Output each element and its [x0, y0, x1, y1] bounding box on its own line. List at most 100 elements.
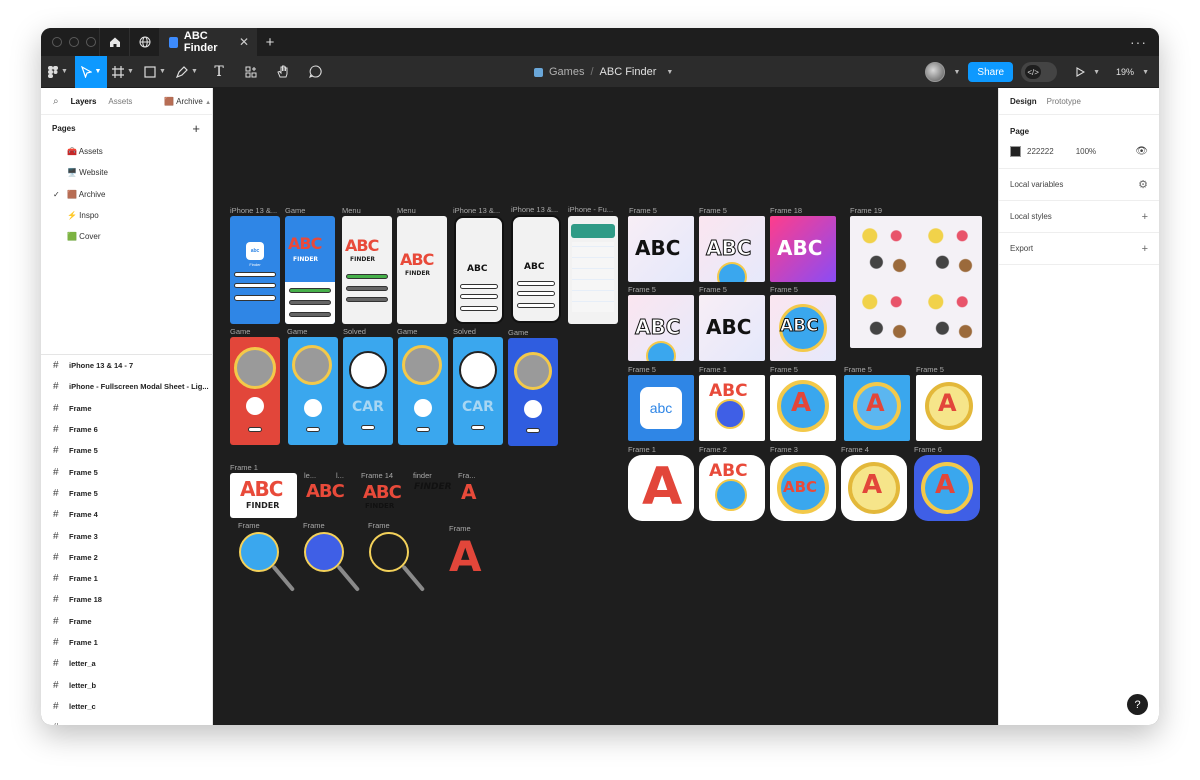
layer-row[interactable]: # Frame [41, 611, 212, 632]
layer-row[interactable]: # Frame 1 [41, 568, 212, 589]
frame-label[interactable]: Frame 6 [914, 445, 942, 454]
frame-14-finder[interactable]: FINDER [365, 502, 394, 510]
frame-label[interactable]: iPhone - Fu... [568, 205, 613, 214]
app-icon-frame-3[interactable]: ABC [770, 455, 836, 521]
canvas[interactable]: iPhone 13 &... Game Menu Menu iPhone 13 … [213, 88, 998, 725]
frame-label[interactable]: Menu [342, 206, 361, 215]
dev-mode-toggle[interactable]: </> [1021, 62, 1058, 82]
maximize-window-button[interactable] [86, 37, 96, 47]
layer-row[interactable]: # iPhone - Fullscreen Modal Sheet - Lig..… [41, 376, 212, 397]
breadcrumb-project[interactable]: Games [549, 66, 584, 78]
text-tool-button[interactable]: T [203, 56, 235, 88]
page-item[interactable]: ⚡ Inspo [41, 205, 212, 226]
pen-tool-button[interactable]: ▼ [171, 56, 203, 88]
frame-label[interactable]: l... [336, 471, 344, 480]
solved-frame[interactable]: CAR [343, 337, 393, 445]
icon-tile-abc-magnifier[interactable]: ABC [628, 295, 694, 361]
background-swatch[interactable] [1010, 146, 1021, 157]
frame-14-abc[interactable]: ABC [363, 482, 402, 503]
frame-label[interactable]: Frame [238, 521, 260, 530]
close-icon[interactable]: ✕ [239, 35, 249, 49]
game-frame[interactable] [508, 338, 558, 446]
shape-tool-button[interactable]: ▼ [139, 56, 171, 88]
layer-row[interactable]: # Frame 3 [41, 525, 212, 546]
plus-icon[interactable]: + [1142, 243, 1148, 255]
frame-label[interactable]: Frame 14 [361, 471, 393, 480]
hand-tool-button[interactable] [267, 56, 299, 88]
frame-label[interactable]: finder [413, 471, 432, 480]
chevron-down-icon[interactable]: ▼ [953, 69, 960, 76]
phone-frame-menu[interactable]: ABC FINDER [342, 216, 392, 324]
frame-tool-button[interactable]: ▼ [107, 56, 139, 88]
layer-row[interactable]: # letter_c [41, 696, 212, 717]
game-frame[interactable] [398, 337, 448, 445]
frame-label[interactable]: iPhone 13 &... [511, 205, 558, 214]
layer-row[interactable]: # Frame [41, 398, 212, 419]
app-icon-frame-6[interactable]: A [914, 455, 980, 521]
frame-label[interactable]: Frame 5 [629, 206, 657, 215]
frame-label[interactable]: Frame 5 [770, 285, 798, 294]
app-icon-frame-4[interactable]: A [841, 455, 907, 521]
layer-row[interactable]: # Frame [41, 717, 212, 725]
page-item[interactable]: 🖥️ Website [41, 162, 212, 183]
add-page-button[interactable]: + [192, 121, 200, 136]
frame-label[interactable]: Fra... [458, 471, 476, 480]
frame-label[interactable]: Frame 1 [230, 463, 258, 472]
close-window-button[interactable] [52, 37, 62, 47]
layer-row[interactable]: # letter_b [41, 674, 212, 695]
community-button[interactable] [129, 28, 159, 56]
background-hex[interactable]: 222222 [1027, 147, 1054, 156]
help-button[interactable]: ? [1127, 694, 1148, 715]
local-styles-label[interactable]: Local styles [1010, 212, 1052, 221]
game-frame[interactable] [288, 337, 338, 445]
frame-label[interactable]: Frame 5 [844, 365, 872, 374]
letter-a-asset[interactable]: A [461, 480, 476, 504]
icon-tile-abc-app[interactable]: abc [628, 375, 694, 441]
frame-label[interactable]: le... [304, 471, 316, 480]
logo-frame[interactable]: ABC FINDER [230, 473, 297, 518]
objects-pattern-tile[interactable] [850, 216, 982, 348]
background-opacity[interactable]: 100% [1076, 147, 1096, 156]
phone-frame-game[interactable]: ABC FINDER [285, 216, 335, 324]
search-icon[interactable]: ⌕ [53, 96, 59, 107]
layer-row[interactable]: # iPhone 13 & 14 - 7 [41, 355, 212, 376]
game-frame[interactable] [230, 337, 280, 445]
phone-frame-menu[interactable]: ABC FINDER [397, 216, 447, 324]
home-button[interactable] [99, 28, 129, 56]
frame-label[interactable]: Solved [453, 327, 476, 336]
frame-label[interactable]: Frame 5 [699, 285, 727, 294]
frame-label[interactable]: Frame 3 [770, 445, 798, 454]
frame-label[interactable]: Frame 18 [770, 206, 802, 215]
avatar[interactable] [925, 62, 946, 82]
phone-frame-modal[interactable] [568, 216, 618, 324]
chevron-down-icon[interactable]: ▼ [1093, 69, 1100, 76]
plus-icon[interactable]: + [1142, 211, 1148, 223]
chevron-down-icon[interactable]: ▼ [1142, 69, 1149, 76]
icon-tile-abc-gradient[interactable]: ABC [770, 216, 836, 282]
solved-frame[interactable]: CAR [453, 337, 503, 445]
layer-row[interactable]: # Frame 1 [41, 632, 212, 653]
app-icon-frame-1[interactable]: A [628, 455, 694, 521]
frame-label[interactable]: Frame 1 [628, 445, 656, 454]
layer-row[interactable]: # Frame 2 [41, 547, 212, 568]
minimize-window-button[interactable] [69, 37, 79, 47]
frame-label[interactable]: Frame 5 [628, 365, 656, 374]
tab-design[interactable]: Design [1010, 97, 1037, 106]
more-icon[interactable]: ··· [1130, 34, 1147, 50]
sliders-icon[interactable]: ⚙ [1138, 178, 1148, 191]
play-icon[interactable] [1075, 67, 1086, 77]
layer-row[interactable]: # letter_a [41, 653, 212, 674]
icon-tile-letter-a-white[interactable]: A [916, 375, 982, 441]
tab-assets[interactable]: Assets [108, 97, 132, 106]
local-variables-label[interactable]: Local variables [1010, 180, 1063, 189]
icon-tile-letter-a-blue[interactable]: A [844, 375, 910, 441]
frame-label[interactable]: Frame 5 [770, 365, 798, 374]
frame-label[interactable]: Frame [368, 521, 390, 530]
app-icon-frame-2[interactable]: ABC [699, 455, 765, 521]
new-tab-button[interactable]: + [257, 34, 283, 51]
frame-label[interactable]: Frame 19 [850, 206, 882, 215]
breadcrumb-file[interactable]: ABC Finder [600, 66, 657, 78]
frame-label[interactable]: iPhone 13 &... [230, 206, 277, 215]
icon-tile-abc-magnifier-white[interactable]: ABC [699, 375, 765, 441]
layer-row[interactable]: # Frame 5 [41, 461, 212, 482]
